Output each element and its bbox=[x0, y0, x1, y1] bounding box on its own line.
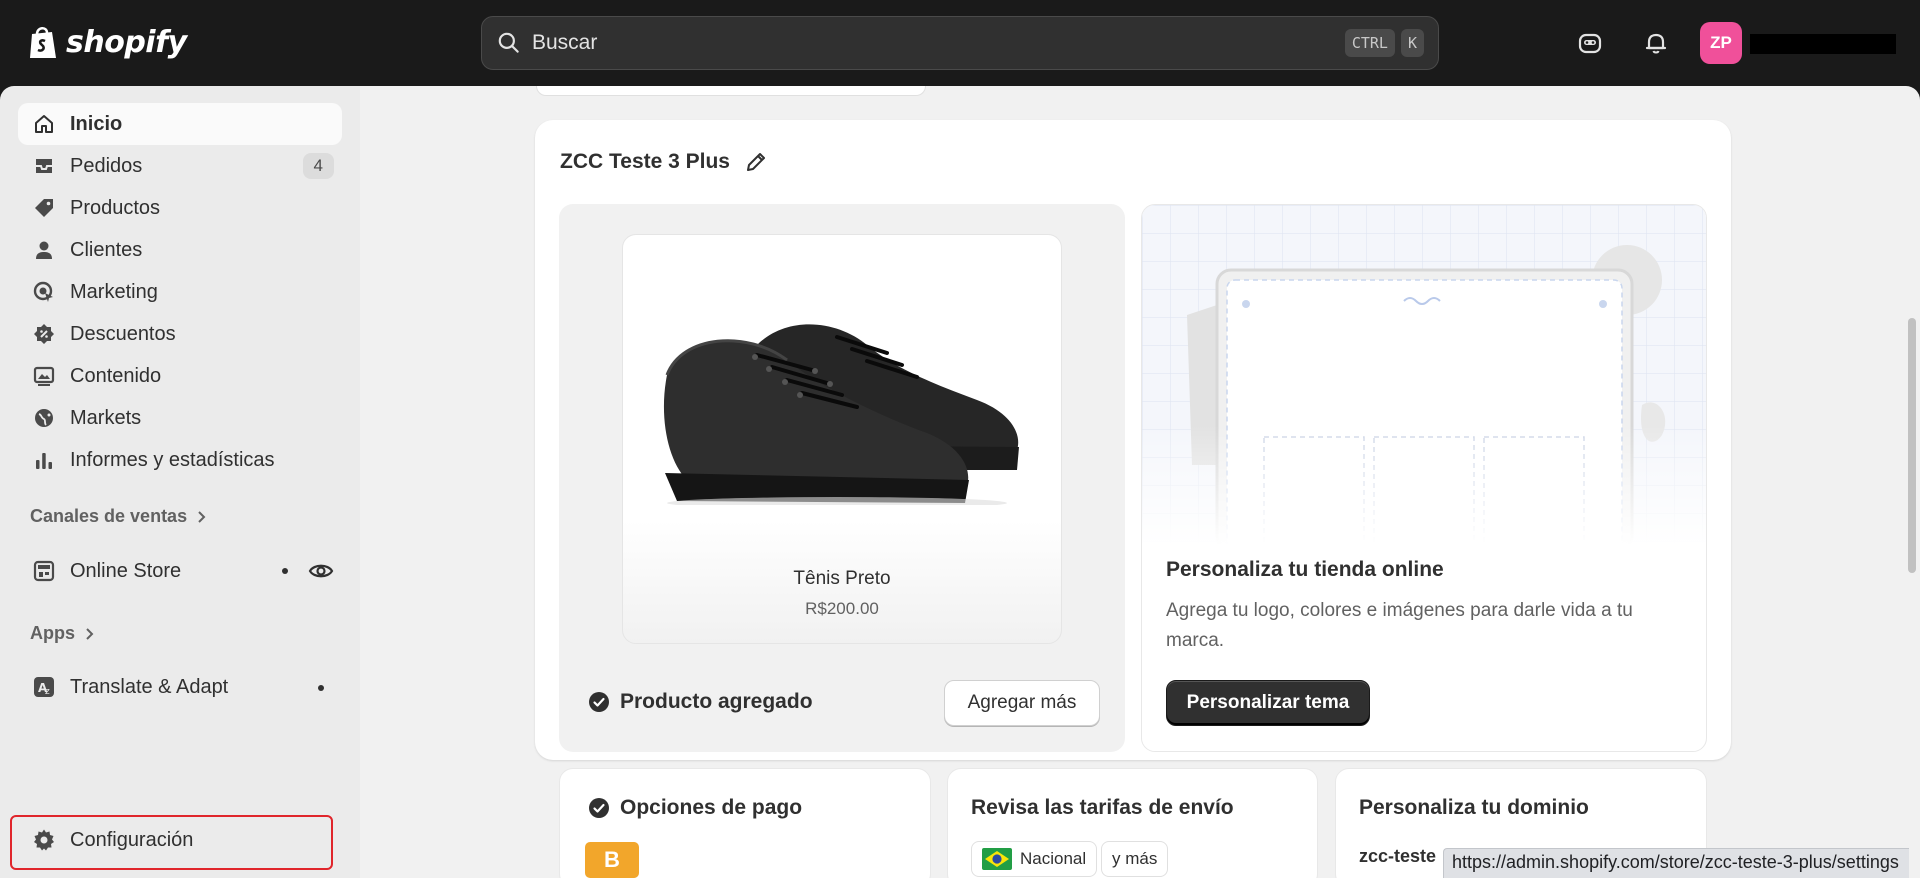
target-icon bbox=[33, 281, 53, 302]
product-added-status: Producto agregado bbox=[588, 690, 813, 714]
sidebar-item-inicio[interactable]: Inicio bbox=[18, 103, 342, 145]
home-icon bbox=[35, 115, 53, 133]
brand-name: shopify bbox=[66, 24, 187, 60]
search-bar[interactable]: Buscar CTRL K bbox=[481, 16, 1439, 70]
tag-icon bbox=[35, 199, 53, 217]
sneaker-image bbox=[663, 324, 1019, 505]
person-icon bbox=[36, 241, 52, 259]
search-input[interactable]: Buscar bbox=[532, 31, 1339, 55]
payment-provider-logo: B bbox=[585, 842, 639, 878]
store-title-text: ZCC Teste 3 Plus bbox=[560, 150, 730, 173]
svg-text:z: z bbox=[45, 687, 50, 697]
theme-description: Agrega tu logo, colores e imágenes para … bbox=[1166, 600, 1633, 651]
settings-highlight-box bbox=[10, 815, 333, 870]
payments-title: Opciones de pago bbox=[588, 796, 802, 820]
domain-title: Personaliza tu dominio bbox=[1359, 796, 1589, 819]
product-price: R$200.00 bbox=[805, 599, 879, 618]
product-added-label: Producto agregado bbox=[620, 690, 813, 713]
store-icon bbox=[33, 560, 55, 582]
sidebar-item-clientes[interactable]: Clientes bbox=[18, 229, 342, 271]
check-circle-icon bbox=[589, 798, 609, 818]
bar-chart-icon bbox=[36, 453, 52, 469]
sidebar-item-label: Productos bbox=[70, 196, 161, 219]
customize-theme-button[interactable]: Personalizar tema bbox=[1166, 680, 1370, 726]
inbox-icon bbox=[36, 159, 52, 173]
shopify-bag-icon bbox=[30, 27, 56, 58]
shipping-chip-more: y más bbox=[1101, 841, 1169, 877]
status-bar-url: https://admin.shopify.com/store/zcc-test… bbox=[1443, 848, 1909, 878]
sidebar-item-label: Inicio bbox=[70, 112, 123, 135]
online-store-status-dot bbox=[282, 568, 288, 574]
previous-card-edge bbox=[536, 86, 926, 96]
theme-heading: Personaliza tu tienda online bbox=[1166, 558, 1444, 581]
shipping-chip-national-label: Nacional bbox=[1020, 849, 1087, 868]
store-title: ZCC Teste 3 Plus bbox=[560, 150, 768, 174]
product-name: Tênis Preto bbox=[793, 568, 891, 589]
sidebar-item-productos[interactable]: Productos bbox=[18, 187, 342, 229]
sidebar-item-label: Pedidos bbox=[70, 154, 143, 177]
sidebar-item-label: Contenido bbox=[70, 364, 162, 387]
add-more-button[interactable]: Agregar más bbox=[944, 680, 1100, 726]
orders-count-badge: 4 bbox=[302, 153, 334, 179]
shortcut-key-ctrl: CTRL bbox=[1344, 29, 1395, 57]
globe-icon bbox=[35, 409, 53, 427]
redacted-store-name bbox=[1750, 34, 1896, 54]
shopify-logo[interactable]: shopify bbox=[28, 24, 187, 60]
sidebar-item-descuentos[interactable]: Descuentos bbox=[18, 313, 342, 355]
image-icon bbox=[33, 366, 55, 386]
sidekick-icon[interactable] bbox=[1576, 29, 1604, 57]
sales-channels-label: Canales de ventas bbox=[30, 506, 188, 526]
sidebar-item-contenido[interactable]: Contenido bbox=[18, 355, 342, 397]
sidebar-item-label: Translate & Adapt bbox=[70, 675, 229, 698]
sidebar-item-label: Markets bbox=[70, 406, 142, 429]
sidebar-item-label: Descuentos bbox=[70, 322, 176, 345]
theme-panel bbox=[1141, 204, 1707, 752]
translate-icon: Az bbox=[34, 677, 54, 697]
sidebar-item-online-store[interactable]: Online Store bbox=[18, 550, 342, 592]
sidebar-item-label: Online Store bbox=[70, 559, 182, 582]
search-icon bbox=[498, 32, 519, 53]
sales-channels-header[interactable]: Canales de ventas bbox=[30, 506, 207, 527]
theme-illustration bbox=[1142, 205, 1706, 545]
sidebar-item-markets[interactable]: Markets bbox=[18, 397, 342, 439]
top-bar: shopify Buscar CTRL K ZP bbox=[0, 0, 1920, 86]
shortcut-key-k: K bbox=[1400, 29, 1424, 57]
sidebar-item-marketing[interactable]: Marketing bbox=[18, 271, 342, 313]
chevron-right-icon bbox=[86, 627, 94, 640]
sidebar-item-label: Marketing bbox=[70, 280, 158, 303]
chevron-right-icon bbox=[198, 510, 206, 523]
sidebar-item-label: Informes y estadísticas bbox=[70, 448, 275, 471]
main-scrollbar[interactable] bbox=[1908, 318, 1916, 573]
shipping-chip-national: Nacional bbox=[971, 841, 1098, 877]
check-circle-icon bbox=[589, 692, 609, 712]
sidebar-item-informes[interactable]: Informes y estadísticas bbox=[18, 439, 342, 481]
sidebar-item-pedidos[interactable]: Pedidos 4 bbox=[18, 145, 342, 187]
domain-value: zcc-teste bbox=[1359, 846, 1437, 866]
shipping-title: Revisa las tarifas de envío bbox=[971, 796, 1234, 819]
discount-icon bbox=[34, 324, 54, 344]
translate-status-dot bbox=[318, 685, 324, 691]
sidebar-item-translate-adapt[interactable]: Az Translate & Adapt bbox=[18, 666, 342, 708]
apps-label: Apps bbox=[30, 623, 75, 643]
sidebar-item-label: Clientes bbox=[70, 238, 143, 261]
bell-icon[interactable] bbox=[1642, 29, 1670, 57]
apps-header[interactable]: Apps bbox=[30, 623, 95, 644]
avatar[interactable]: ZP bbox=[1700, 22, 1742, 64]
brazil-flag-icon bbox=[982, 848, 1012, 870]
pencil-icon[interactable] bbox=[744, 150, 768, 174]
eye-icon[interactable] bbox=[307, 558, 335, 584]
payments-title-text: Opciones de pago bbox=[620, 796, 803, 819]
